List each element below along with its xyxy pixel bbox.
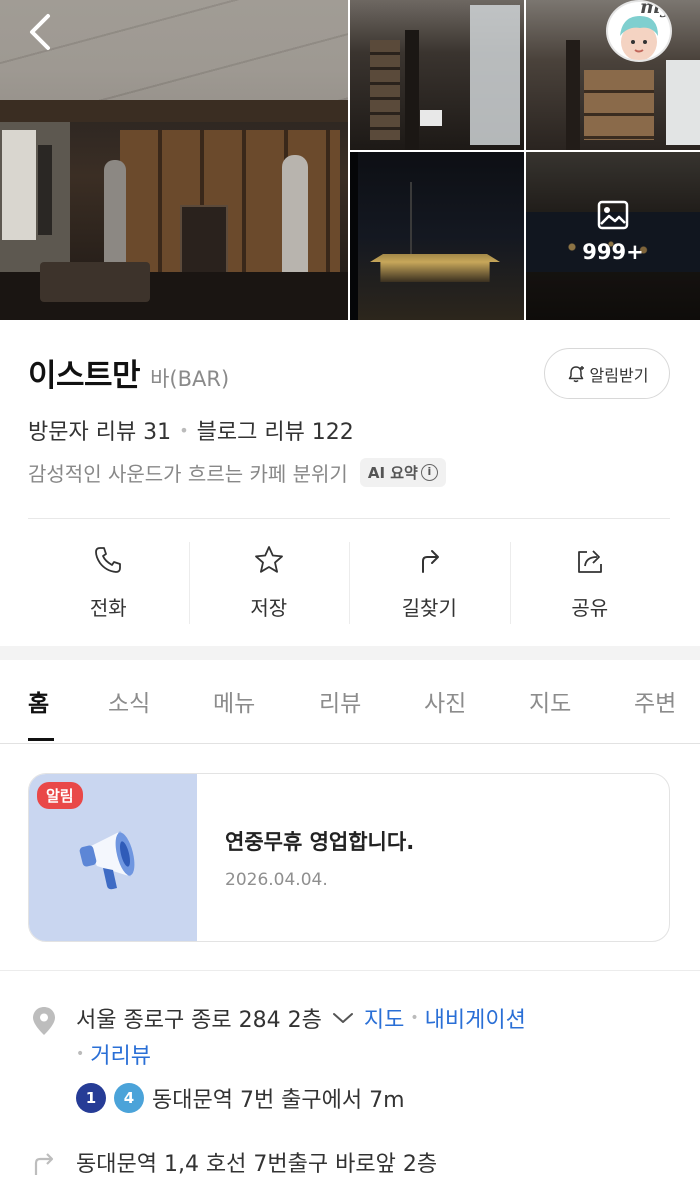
- avatar-badge: my: [640, 0, 672, 18]
- notice-title: 연중무휴 영업합니다.: [225, 830, 415, 854]
- place-category: 바(BAR): [150, 367, 230, 391]
- share-icon: [577, 550, 602, 573]
- photo-detail: [2, 130, 36, 240]
- map-link[interactable]: 지도: [364, 1002, 404, 1034]
- tab-bar: 홈 소식 메뉴 리뷰 사진 지도 주변: [0, 660, 700, 744]
- call-label: 전화: [89, 596, 127, 620]
- photo-detail: [0, 100, 348, 122]
- separator-dot: •: [179, 420, 189, 440]
- photo-detail: [180, 205, 228, 280]
- bell-plus-icon: [568, 365, 584, 382]
- tab-reviews[interactable]: 리뷰: [319, 684, 361, 718]
- blog-reviews-link[interactable]: 블로그 리뷰 122: [197, 414, 354, 446]
- place-name: 이스트만: [28, 358, 141, 394]
- image-icon: [597, 200, 629, 230]
- notice-tag: 알림: [37, 782, 83, 809]
- photo-more: 999+: [526, 200, 700, 264]
- notice-date: 2026.04.04.: [225, 870, 328, 890]
- divider: [0, 970, 700, 971]
- star-icon: [254, 546, 283, 573]
- address-line-2: • 거리뷰: [76, 1038, 151, 1070]
- review-counts: 방문자 리뷰 31 • 블로그 리뷰 122: [28, 414, 354, 446]
- ai-summary-chip[interactable]: AI 요약 i: [359, 458, 446, 487]
- visitor-reviews-link[interactable]: 방문자 리뷰 31: [28, 414, 171, 446]
- save-label: 저장: [250, 596, 288, 620]
- photo-detail: [370, 254, 500, 282]
- photo-detail: [470, 5, 520, 145]
- call-button[interactable]: 전화: [28, 540, 189, 626]
- share-label: 공유: [571, 596, 609, 620]
- megaphone-icon: [79, 830, 135, 890]
- photo-detail: [420, 110, 442, 126]
- photo-gallery[interactable]: 999+ my: [0, 0, 700, 320]
- turn-right-icon: [34, 1153, 54, 1175]
- directions-text: 동대문역 1,4 호선 7번출구 바로앞 2층: [76, 1152, 438, 1177]
- separator-dot: •: [76, 1046, 85, 1062]
- tab-map[interactable]: 지도: [529, 684, 571, 718]
- save-button[interactable]: 저장: [188, 540, 350, 626]
- active-tab-indicator: [28, 738, 54, 741]
- tab-menu[interactable]: 메뉴: [213, 684, 255, 718]
- photo-count: 999+: [582, 240, 644, 264]
- chevron-down-icon[interactable]: [332, 1011, 354, 1025]
- notice-card[interactable]: 알림 연중무휴 영업합니다. 2026.04.04.: [28, 773, 670, 942]
- photo-detail: [350, 152, 358, 320]
- address-line: 서울 종로구 종로 284 2층 지도 • 내비게이션: [76, 1002, 526, 1034]
- action-bar: 전화 저장 길찾기 공유: [28, 540, 670, 626]
- ai-summary-label: AI 요약: [367, 464, 418, 482]
- subway-line-badge: 4: [114, 1083, 144, 1113]
- photo-detail: [40, 262, 150, 302]
- tab-nearby[interactable]: 주변: [634, 684, 676, 718]
- section-band: [0, 646, 700, 660]
- location-pin-icon: [33, 1007, 55, 1035]
- phone-icon: [95, 547, 122, 573]
- photo-detail: [282, 155, 308, 280]
- directions-label: 길찾기: [401, 596, 457, 620]
- photo-thumbnail[interactable]: [350, 152, 524, 320]
- photo-detail: [38, 145, 52, 235]
- separator-dot: •: [410, 1010, 419, 1026]
- photo-thumbnail[interactable]: [350, 0, 524, 150]
- summary-text: 감성적인 사운드가 흐르는 카페 분위기: [28, 462, 348, 486]
- info-icon: i: [420, 464, 438, 481]
- back-icon[interactable]: [22, 12, 58, 52]
- tab-news[interactable]: 소식: [108, 684, 150, 718]
- photo-more-thumbnail[interactable]: 999+: [526, 152, 700, 320]
- navigation-link[interactable]: 내비게이션: [425, 1002, 526, 1034]
- tab-photos[interactable]: 사진: [424, 684, 466, 718]
- address-text: 서울 종로구 종로 284 2층: [76, 1008, 322, 1033]
- photo-detail: [584, 70, 654, 140]
- divider: [28, 518, 670, 519]
- photo-detail: [370, 40, 400, 140]
- tab-home[interactable]: 홈: [28, 684, 49, 718]
- subway-line-badge: 1: [76, 1083, 106, 1113]
- alarm-button[interactable]: 알림받기: [544, 348, 670, 399]
- alarm-label: 알림받기: [589, 365, 649, 385]
- place-title: 이스트만 바(BAR): [28, 350, 229, 395]
- street-view-link[interactable]: 거리뷰: [90, 1038, 151, 1070]
- avatar[interactable]: my: [606, 0, 672, 62]
- photo-detail: [666, 60, 700, 145]
- photo-detail: [566, 40, 580, 150]
- share-button[interactable]: 공유: [509, 540, 671, 626]
- subway-text: 동대문역 7번 출구에서 7m: [152, 1088, 405, 1113]
- notice-thumbnail: 알림: [29, 774, 197, 941]
- directions-icon: [422, 550, 440, 573]
- subway-info: 1 4 동대문역 7번 출구에서 7m: [76, 1082, 405, 1114]
- directions-button[interactable]: 길찾기: [349, 540, 510, 626]
- photo-detail: [405, 30, 419, 150]
- ai-summary: 감성적인 사운드가 흐르는 카페 분위기 AI 요약 i: [28, 458, 446, 487]
